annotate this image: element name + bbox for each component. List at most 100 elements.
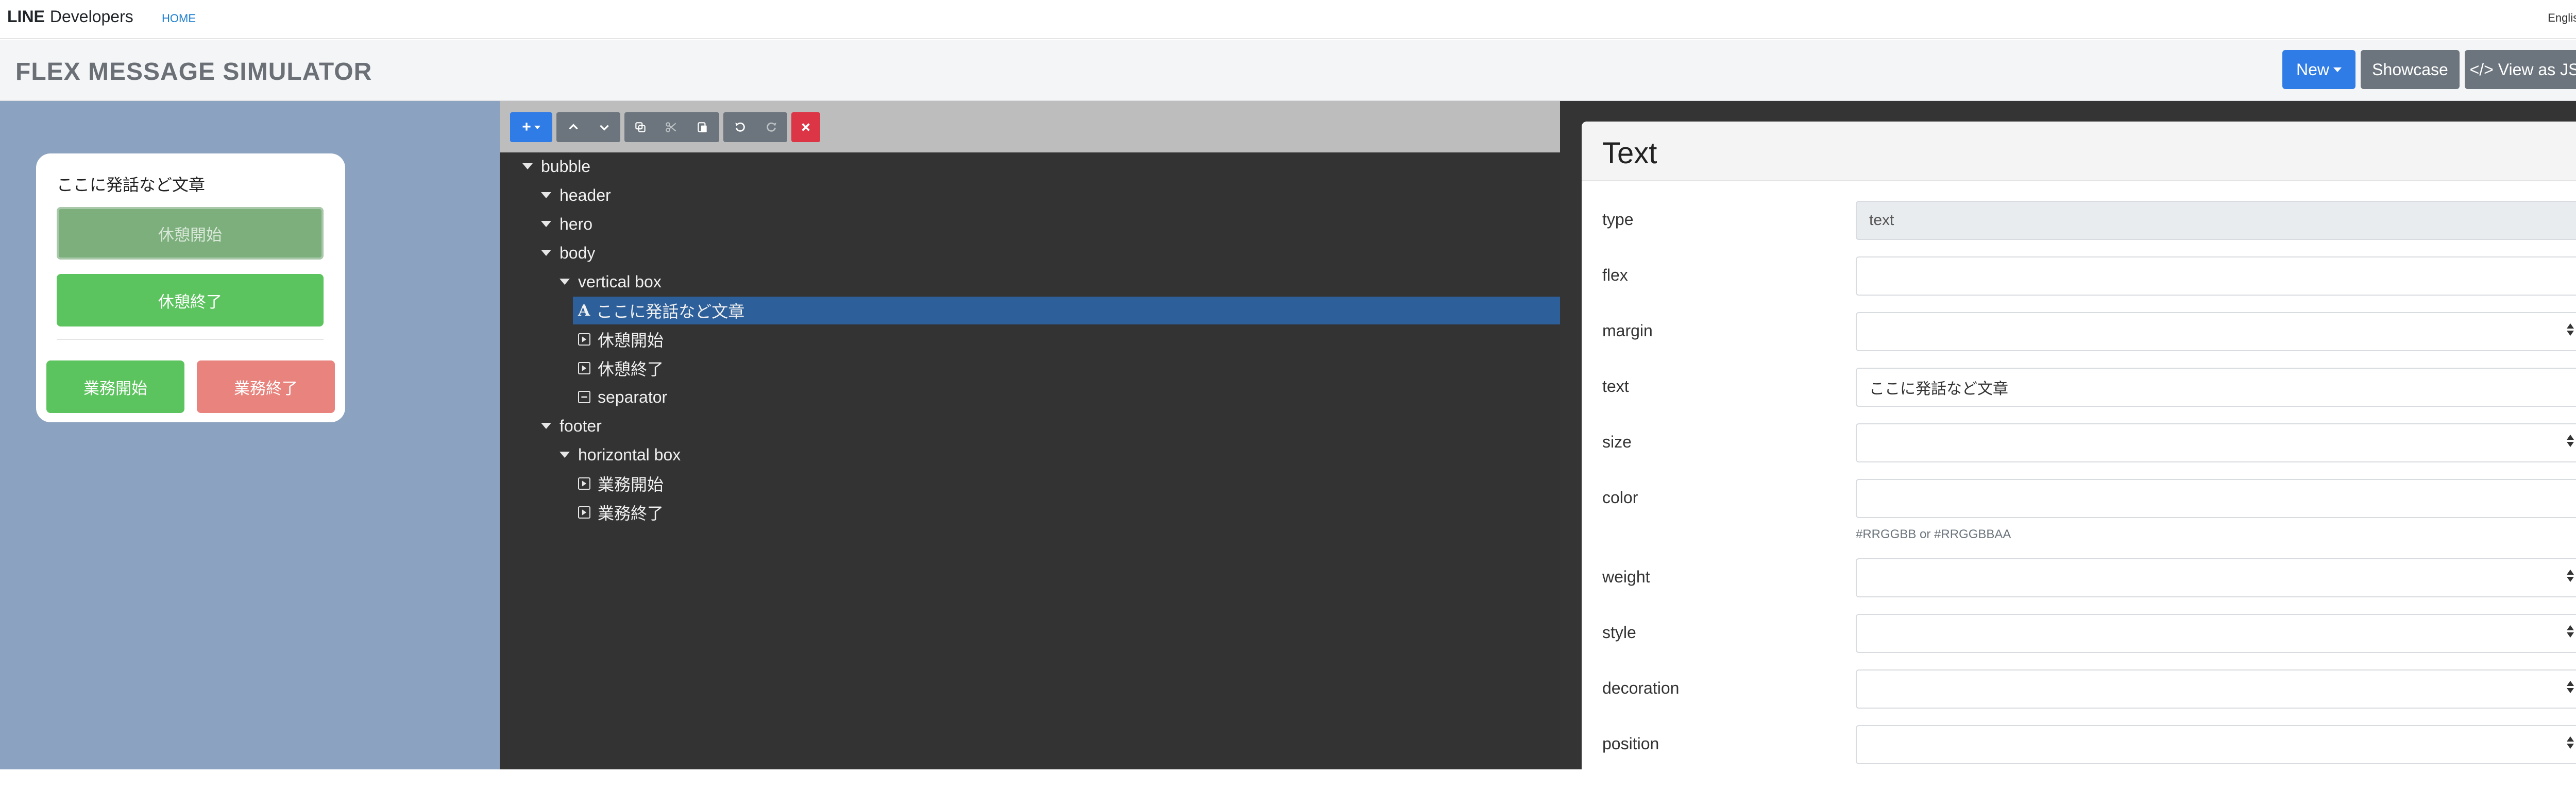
tree-node-label: 業務終了 [598,504,664,523]
size-select[interactable] [1856,423,2576,462]
scissors-icon [666,122,676,132]
preview-button-break-end[interactable]: 休憩終了 [57,274,324,326]
caret-down-icon[interactable] [541,192,551,198]
language-selector[interactable]: English⌵ [2548,11,2576,25]
select-arrows-icon [2567,323,2574,336]
preview-button-work-start[interactable]: 業務開始 [46,360,184,413]
delete-button[interactable] [791,112,820,142]
caret-down-icon[interactable] [560,279,570,285]
select-arrows-icon [2567,625,2574,638]
tree-node-label: footer [560,416,602,435]
style-select[interactable] [1856,614,2576,653]
tree-node[interactable]: A ここに発話など文章 [573,297,1560,324]
margin-label: margin [1602,321,1653,340]
tree-node[interactable]: bubble [522,152,590,180]
top-nav: LINEDevelopers HOME English⌵ [0,0,2576,39]
color-hint: #RRGGBB or #RRGGBBAA [1856,527,2011,541]
copy-button[interactable] [625,112,655,142]
caret-down-icon[interactable] [560,452,570,458]
move-up-button[interactable] [558,112,588,142]
preview-text[interactable]: ここに発話など文章 [57,172,205,196]
title-bar: FLEX MESSAGE SIMULATOR [0,40,2576,101]
separator-type-icon [578,391,590,403]
tree-node[interactable]: 休憩終了 [578,354,664,382]
line-developers-logo[interactable]: LINE Developers [7,7,133,26]
tree-node-label: hero [560,214,593,233]
edit-button-group [624,112,719,142]
new-button[interactable]: New [2282,50,2355,89]
tree-pane: + bubble header hero body vertical box A… [500,101,1560,769]
tree-node[interactable]: 業務終了 [578,498,664,526]
decoration-select[interactable] [1856,669,2576,709]
button-type-icon [578,362,590,374]
weight-label: weight [1602,568,1650,586]
tree-node-label: ここに発話など文章 [596,302,745,321]
tree-node-label: 休憩終了 [598,360,664,379]
tree-node[interactable]: 休憩開始 [578,325,664,353]
position-select[interactable] [1856,725,2576,764]
redo-button[interactable] [756,112,786,142]
select-arrows-icon [2567,570,2574,582]
tree-node-label: 休憩開始 [598,331,664,350]
flex-input[interactable] [1856,256,2576,296]
move-down-button[interactable] [589,112,619,142]
caret-down-icon[interactable] [541,250,551,256]
tree-toolbar: + [500,101,1560,152]
caret-down-icon[interactable] [541,221,551,227]
showcase-button[interactable]: Showcase [2361,50,2460,89]
bubble-preview[interactable]: ここに発話など文章 休憩開始 休憩終了 業務開始 業務終了 [36,153,345,422]
tree-node[interactable]: body [541,239,595,267]
text-input[interactable]: ここに発話など文章 [1856,368,2576,407]
add-component-button[interactable]: + [510,112,552,142]
tree-node-label: header [560,185,611,204]
preview-button-work-end[interactable]: 業務終了 [197,360,335,413]
preview-pane: ここに発話など文章 休憩開始 休憩終了 業務開始 業務終了 [0,101,500,769]
history-button-group [723,112,787,142]
paste-button[interactable] [687,112,717,142]
caret-down-icon[interactable] [541,423,551,429]
tree-node-label: bubble [541,157,591,176]
margin-select[interactable] [1856,312,2576,351]
copy-icon [635,122,646,132]
type-value: text [1869,212,1894,229]
preview-button-break-start[interactable]: 休憩開始 [57,207,324,260]
weight-select[interactable] [1856,558,2576,597]
undo-button[interactable] [725,112,755,142]
select-arrows-icon [2567,435,2574,447]
text-input-value: ここに発話など文章 [1869,381,2008,398]
tree-node[interactable]: header [541,181,611,209]
brand-developers: Developers [49,7,133,26]
color-input[interactable] [1856,479,2576,518]
plus-icon: + [522,118,531,135]
tree-node-label: 業務開始 [598,475,664,494]
panel-title: Text [1602,136,1657,170]
caret-down-icon[interactable] [522,163,533,169]
position-label: position [1602,734,1659,753]
color-label: color [1602,488,1638,507]
chevron-down-icon [600,125,609,131]
tree-node[interactable]: footer [541,412,602,440]
cut-button[interactable] [656,112,686,142]
select-arrows-icon [2567,736,2574,749]
tree-node[interactable]: 業務開始 [578,470,664,497]
button-type-icon [578,506,590,519]
tree-node[interactable]: vertical box [560,268,662,296]
home-link[interactable]: HOME [162,12,196,25]
tree-node-label: horizontal box [578,445,681,464]
brand-line: LINE [7,7,45,26]
language-label: English [2548,11,2576,24]
text-label: text [1602,377,1629,396]
redo-icon [767,122,776,132]
tree-node[interactable]: horizontal box [560,441,681,469]
property-pane: Text type text flex margin text ここに発話など文… [1560,101,2576,791]
decoration-label: decoration [1602,679,1680,697]
tree-node-label: vertical box [578,272,662,291]
view-as-json-button[interactable]: </> View as JSON [2465,50,2576,89]
tree-node[interactable]: separator [578,383,667,411]
move-button-group [556,112,620,142]
tree-node[interactable]: hero [541,210,592,238]
chevron-up-icon [569,124,578,130]
type-field: text [1856,201,2576,240]
button-type-icon [578,333,590,346]
paste-icon [698,122,707,132]
